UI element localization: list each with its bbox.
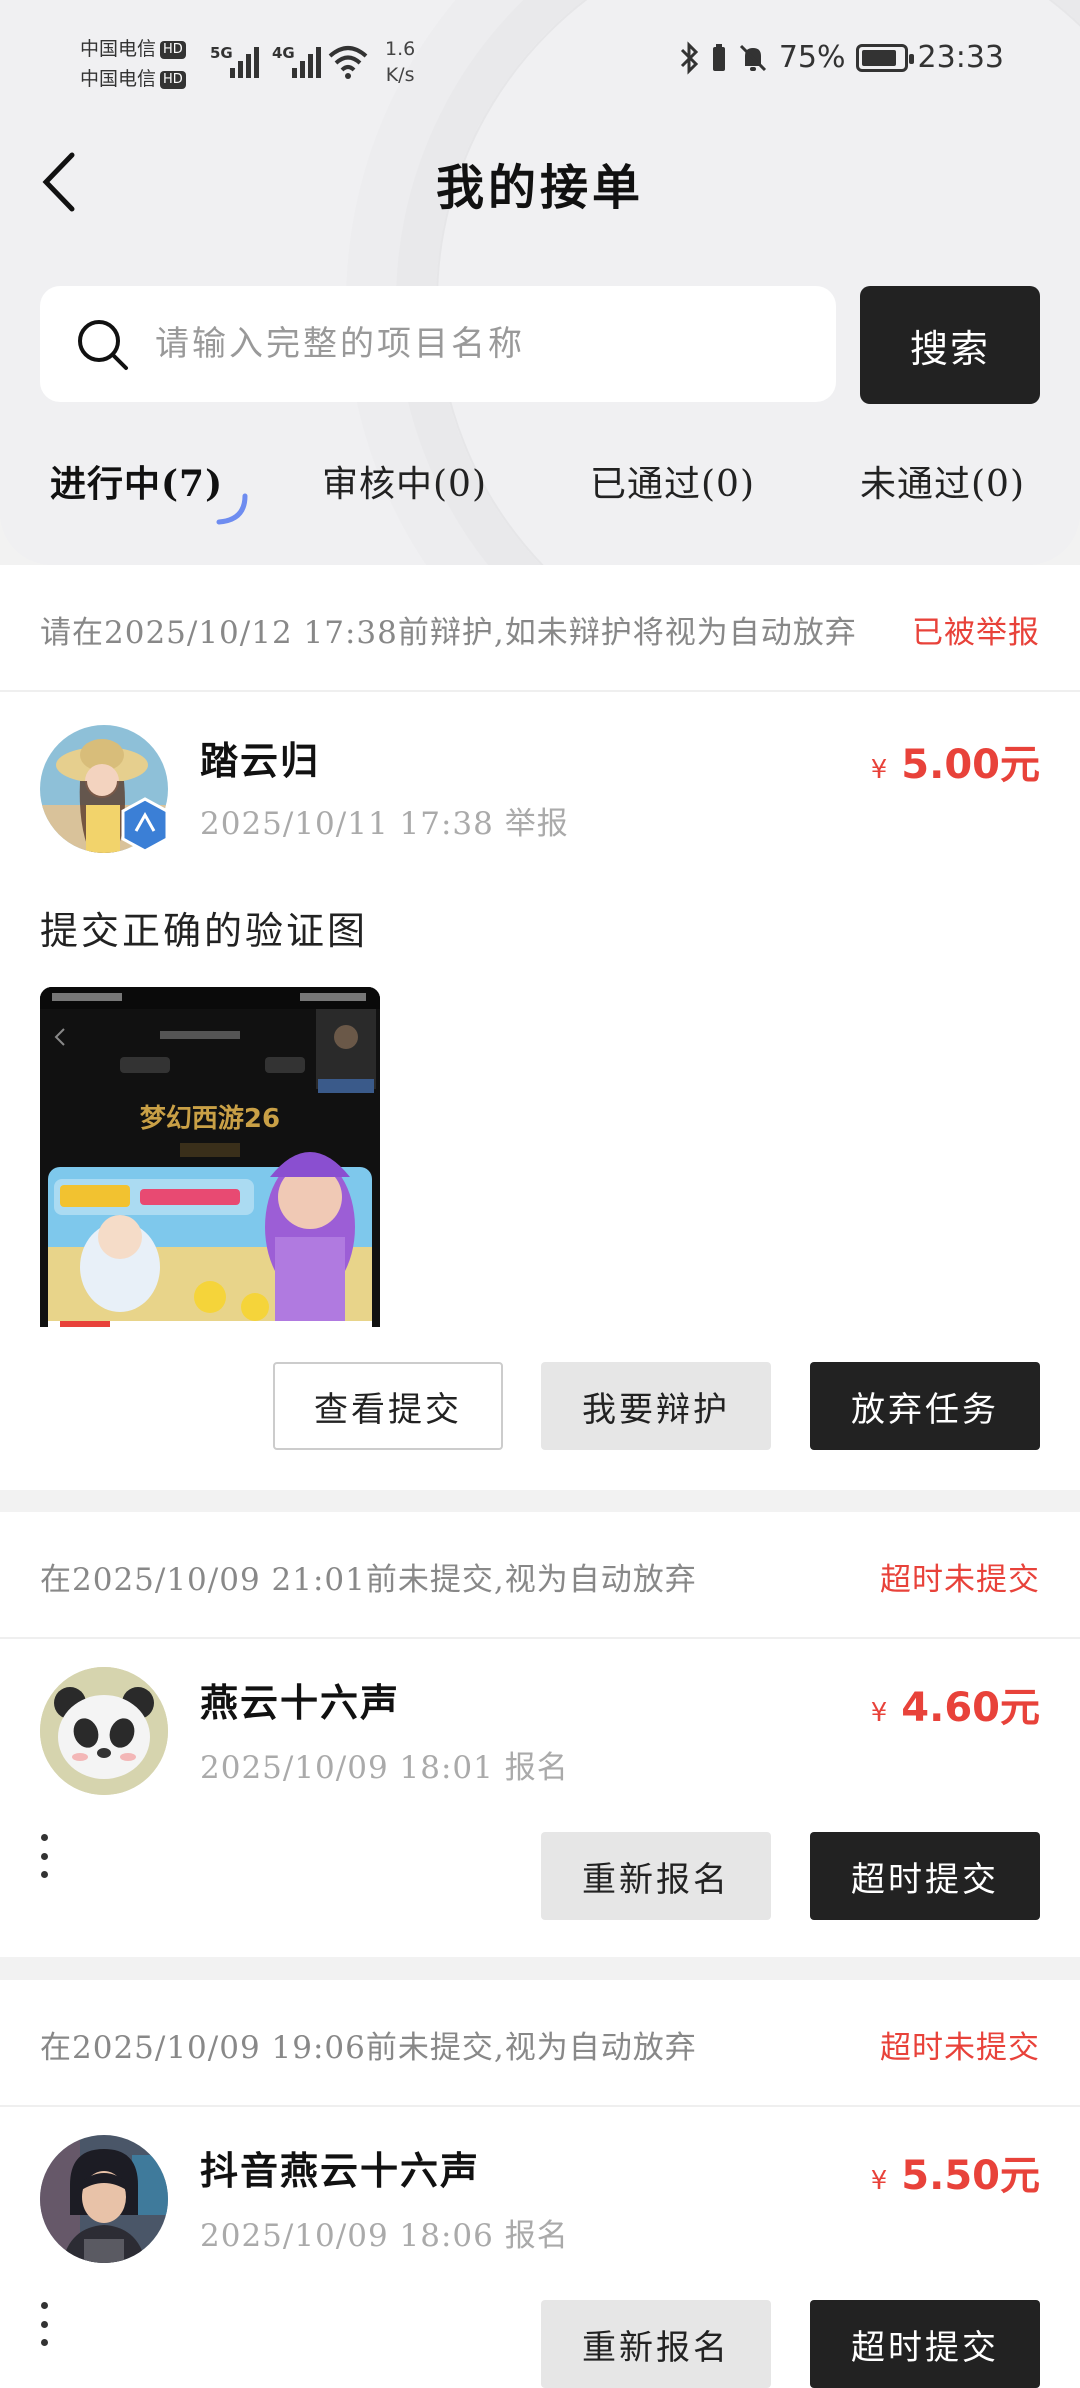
bell-muted-icon [739,44,766,71]
tab-rejected[interactable]: 未通过(0) [860,455,1025,507]
deadline-text: 在2025/10/09 21:01前未提交,视为自动放弃 [40,1562,697,1598]
status-badge: 超时未提交 [880,1562,1040,1598]
search-input[interactable] [155,286,815,402]
user-name: 踏云归 [200,738,321,783]
price-amount: 5.50元 [901,2153,1040,2199]
order-notice: 请在2025/10/12 17:38前辩护,如未辩护将视为自动放弃 已被举报 [0,565,1080,692]
carrier-info: 中国电信 HD 中国电信 HD [80,34,186,94]
price: ¥ 5.00元 [871,732,1040,790]
currency-symbol: ¥ [870,755,888,785]
price: ¥ 5.50元 [871,2143,1040,2201]
net-speed: 1.6 K/s [385,36,415,88]
bluetooth-icon [680,40,698,75]
tab-in-progress[interactable]: 进行中(7) [50,455,223,507]
submission-thumbnail[interactable]: 梦幻西游26 [40,987,380,1327]
search-button[interactable]: 搜索 [860,286,1040,404]
deadline-text: 在2025/10/09 19:06前未提交,视为自动放弃 [40,2030,697,2066]
order-card: 在2025/10/09 19:06前未提交,视为自动放弃 超时未提交 抖音燕云十… [0,1980,1080,2388]
status-badge: 超时未提交 [880,2030,1040,2066]
order-card: 请在2025/10/12 17:38前辩护,如未辩护将视为自动放弃 已被举报 踏… [0,565,1080,1490]
more-options-icon[interactable] [36,1834,52,1878]
carrier-1-label: 中国电信 [80,38,157,60]
battery-icon [855,43,914,72]
signup-time: 2025/10/09 18:06 报名 [200,2218,569,2254]
signal-bars-icon [292,46,321,78]
net-speed-unit: K/s [385,64,415,86]
submission-title: 提交正确的验证图 [40,909,369,953]
tab-active-indicator [216,493,248,525]
status-badge: 已被举报 [912,615,1040,651]
nav-bar: 我的接单 [0,130,1080,230]
deadline-text: 请在2025/10/12 17:38前辩护,如未辩护将视为自动放弃 [40,615,857,651]
report-time: 2025/10/11 17:38 举报 [200,806,569,842]
avatar [40,2135,168,2263]
avatar [40,1667,168,1795]
re-signup-button[interactable]: 重新报名 [541,1832,771,1920]
price: ¥ 4.60元 [871,1675,1040,1733]
tab-bar: 进行中(7) 审核中(0) 已通过(0) 未通过(0) [0,455,1080,525]
defend-button[interactable]: 我要辩护 [541,1362,771,1450]
status-bar: 中国电信 HD 中国电信 HD 5G 4G 1.6 K/s 75% 23:33 [0,0,1080,120]
page-title: 我的接单 [435,160,644,216]
signup-time: 2025/10/09 18:01 报名 [200,1750,569,1786]
price-amount: 5.00元 [901,742,1040,788]
status-right: 75% 23:33 [679,40,1004,75]
search-icon [78,320,128,370]
user-name: 抖音燕云十六声 [200,2148,481,2193]
clock: 23:33 [917,40,1004,75]
order-notice: 在2025/10/09 19:06前未提交,视为自动放弃 超时未提交 [0,1980,1080,2107]
thumbnail-game-title: 梦幻西游26 [140,1104,280,1134]
header-area: 中国电信HD 中国电信HD 5G 4G 1.6 K/s 75% 23:33 [0,0,1080,565]
carrier-2-label: 中国电信 [80,68,157,90]
tab-approved[interactable]: 已通过(0) [590,455,755,507]
late-submit-button[interactable]: 超时提交 [810,1832,1040,1920]
user-name: 燕云十六声 [200,1680,401,1725]
wifi-icon [328,46,368,79]
currency-symbol: ¥ [870,1698,888,1728]
signal-bars-icon [230,46,259,78]
battery-percent: 75% [778,40,846,75]
hd-badge: HD [160,71,186,89]
re-signup-button[interactable]: 重新报名 [541,2300,771,2388]
price-amount: 4.60元 [901,1685,1040,1731]
battery-saver-icon [712,43,725,71]
order-notice: 在2025/10/09 21:01前未提交,视为自动放弃 超时未提交 [0,1512,1080,1639]
more-options-icon[interactable] [36,2302,52,2346]
late-submit-button[interactable]: 超时提交 [810,2300,1040,2388]
abandon-task-button[interactable]: 放弃任务 [810,1362,1040,1450]
search-box [40,286,836,402]
view-submission-button[interactable]: 查看提交 [273,1362,503,1450]
level-badge-icon [121,797,169,853]
currency-symbol: ¥ [870,2166,888,2196]
hd-badge: HD [160,41,186,59]
net-speed-value: 1.6 [385,38,416,60]
tab-reviewing[interactable]: 审核中(0) [322,455,487,507]
order-card: 在2025/10/09 21:01前未提交,视为自动放弃 超时未提交 燕云十六声… [0,1512,1080,1957]
